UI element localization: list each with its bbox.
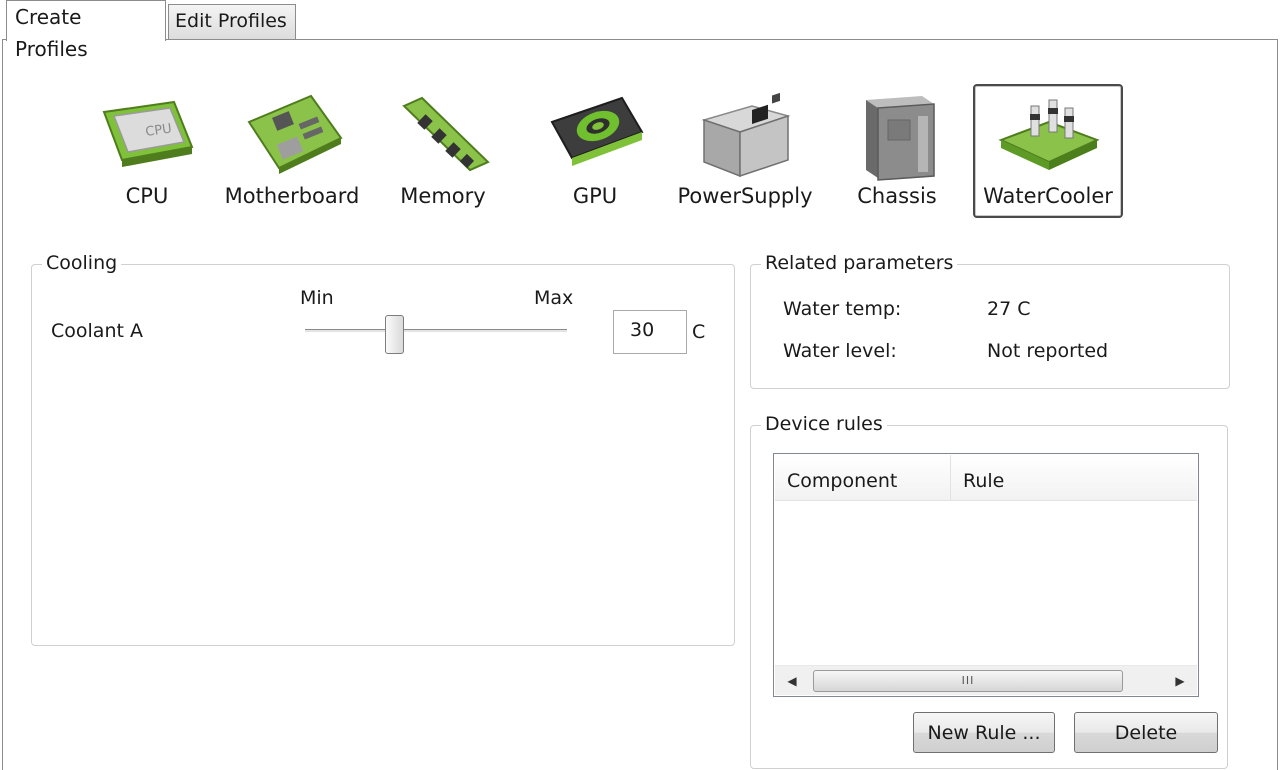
slider-min-label: Min (300, 287, 334, 309)
memory-icon (370, 92, 516, 182)
device-chassis[interactable]: Chassis (822, 84, 972, 218)
delete-button[interactable]: Delete (1074, 712, 1218, 753)
tab-bar: Create Profiles Edit Profiles (0, 0, 1280, 61)
water-cooler-icon (975, 92, 1121, 182)
tab-create-profiles[interactable]: Create Profiles (6, 0, 166, 61)
related-parameters-group: Related parameters (750, 251, 1230, 389)
coolant-slider-track[interactable] (305, 329, 567, 333)
device-label: WaterCooler (983, 184, 1113, 208)
coolant-value-input[interactable]: 30 (613, 310, 687, 354)
power-supply-icon (672, 92, 818, 182)
scroll-right-arrow-icon[interactable]: ▶ (1163, 666, 1197, 696)
tab-edit-profiles[interactable]: Edit Profiles (168, 4, 296, 40)
horizontal-scrollbar[interactable]: ◀ III ▶ (775, 665, 1197, 695)
rules-list-header: Component Rule (775, 455, 1197, 501)
device-motherboard[interactable]: Motherboard (217, 84, 367, 218)
device-rules-title: Device rules (761, 412, 887, 436)
water-temp-label: Water temp: (783, 298, 902, 320)
column-header-component[interactable]: Component (775, 455, 951, 501)
coolant-a-label: Coolant A (51, 320, 143, 342)
device-water-cooler[interactable]: WaterCooler (973, 84, 1123, 218)
water-temp-value: 27 C (987, 298, 1031, 320)
water-level-label: Water level: (783, 340, 897, 362)
motherboard-icon (219, 92, 365, 182)
coolant-unit-label: C (692, 321, 706, 343)
device-gpu[interactable]: GPU (520, 84, 670, 218)
rules-list-view[interactable]: Component Rule ◀ III ▶ (773, 453, 1199, 697)
related-parameters-title: Related parameters (761, 251, 958, 275)
chassis-icon (824, 92, 970, 182)
cooling-group-title: Cooling (42, 251, 122, 275)
gpu-icon (522, 92, 668, 182)
column-header-rule[interactable]: Rule (951, 455, 1199, 501)
slider-max-label: Max (534, 287, 574, 309)
coolant-slider-thumb[interactable] (385, 315, 404, 354)
scrollbar-thumb[interactable]: III (813, 670, 1123, 692)
device-power-supply[interactable]: PowerSupply (670, 84, 820, 218)
water-level-value: Not reported (987, 340, 1109, 362)
new-rule-button[interactable]: New Rule ... (913, 712, 1055, 753)
cpu-icon: CPU (74, 92, 220, 182)
scroll-left-arrow-icon[interactable]: ◀ (775, 666, 809, 696)
device-memory[interactable]: Memory (368, 84, 518, 218)
